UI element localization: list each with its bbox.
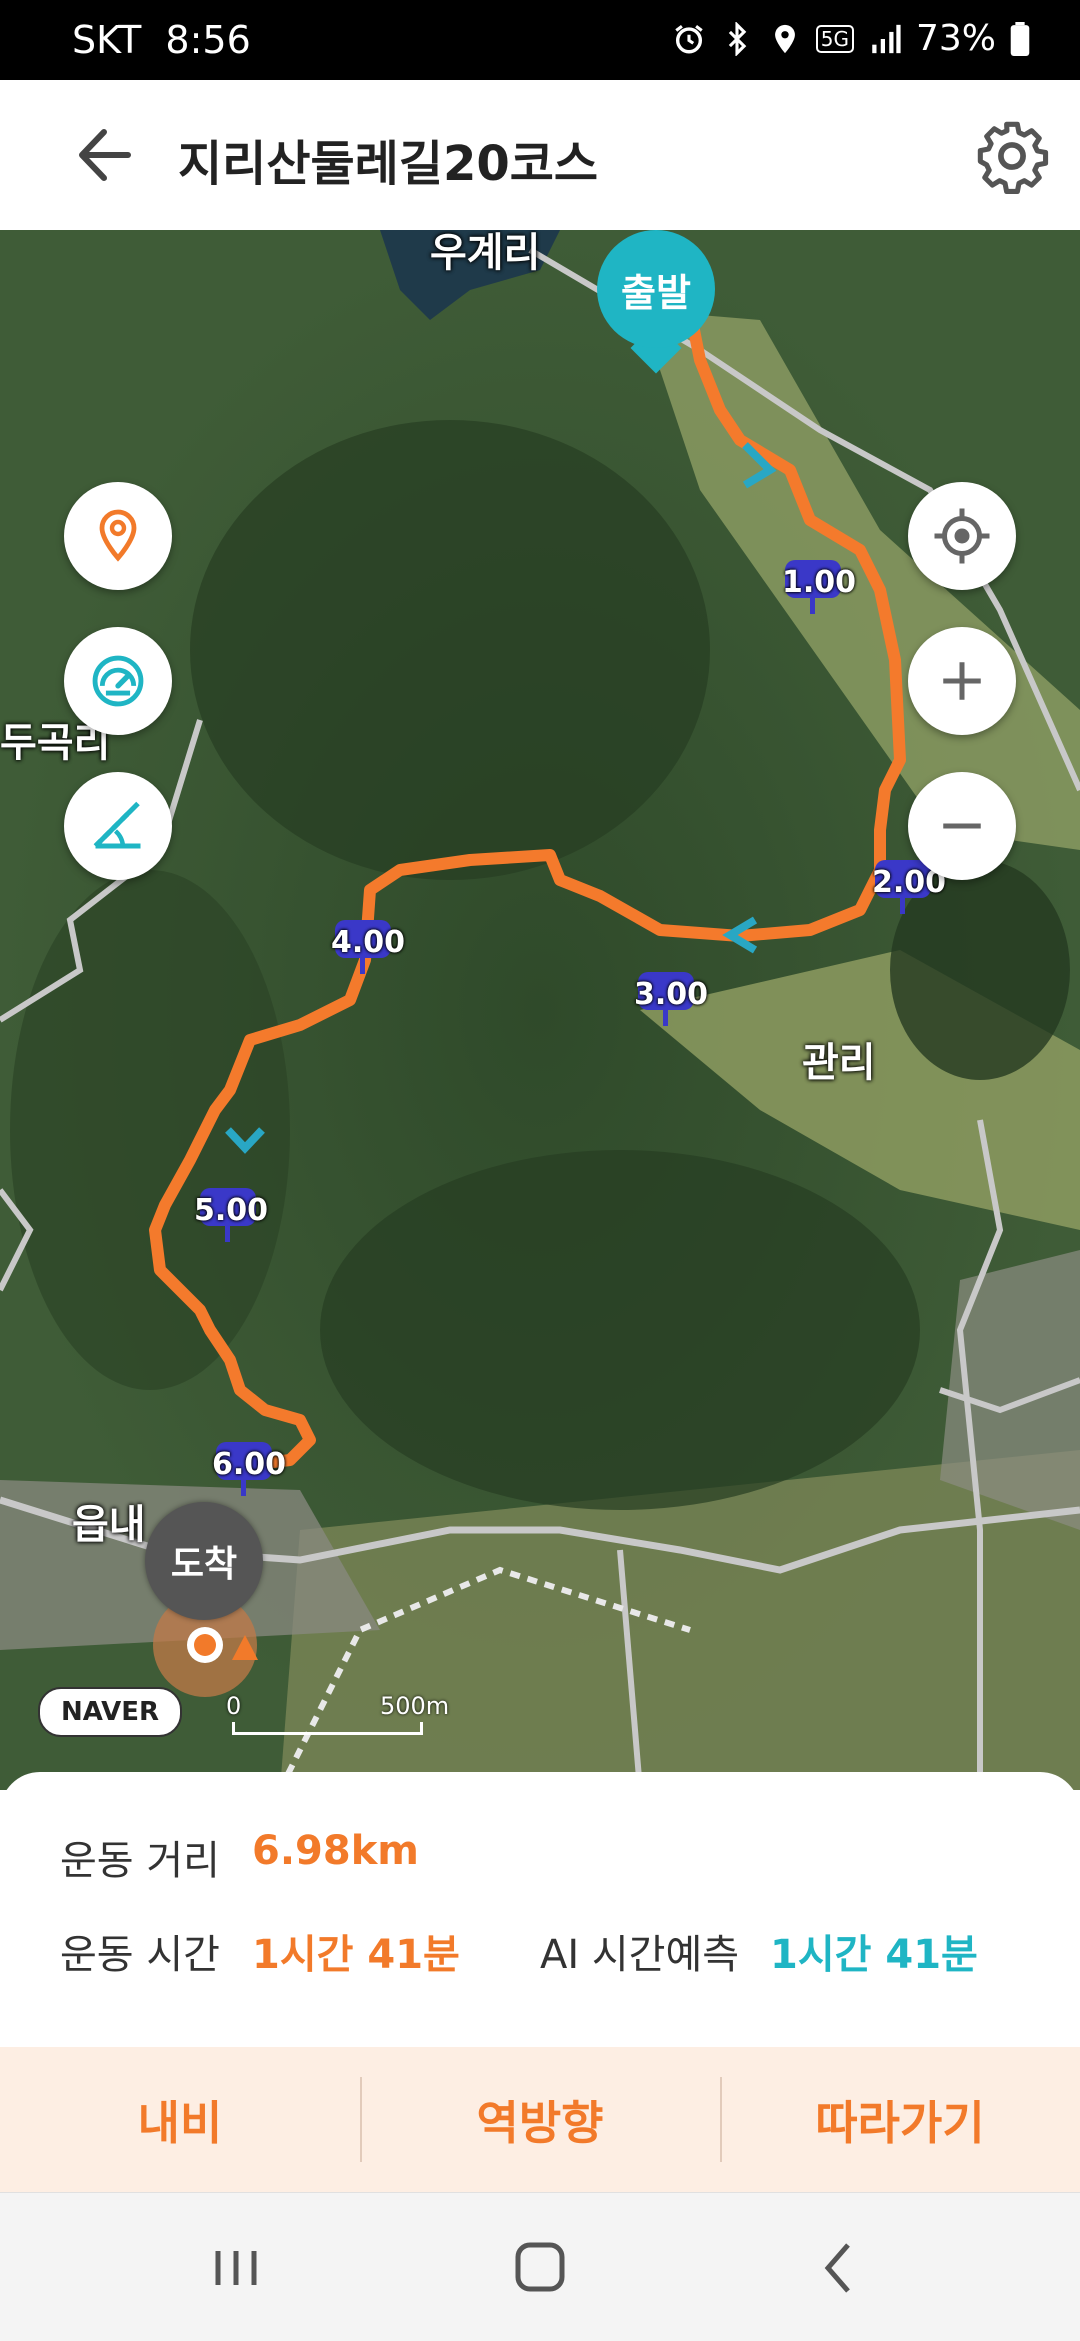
- system-nav-bar: [0, 2192, 1080, 2341]
- back-icon[interactable]: [800, 2233, 880, 2303]
- place-label: 관리: [802, 1040, 876, 1086]
- back-arrow-icon[interactable]: [62, 120, 142, 190]
- route-summary-panel: 운동 거리 6.98km 운동 시간 1시간 41분 AI 시간예측 1시간 4…: [0, 1772, 1080, 2047]
- distance-value: 6.98km: [252, 1828, 419, 1874]
- naver-logo[interactable]: NAVER: [38, 1687, 182, 1737]
- status-bar: SKT 8:56 5G 73%: [0, 0, 1080, 80]
- battery-icon: [1010, 21, 1030, 56]
- map-view[interactable]: 우계리 두곡리 관리 읍내 1.00 2.00 3.00 4.00 5.00 6…: [0, 230, 1080, 1790]
- battery-percent: 73%: [915, 18, 996, 59]
- reverse-button[interactable]: 역방향: [360, 2047, 720, 2192]
- scale-distance-label: 500m: [380, 1692, 450, 1720]
- time-value: 1시간 41분: [252, 1932, 460, 1978]
- zoom-out-button[interactable]: [908, 772, 1016, 880]
- km-marker-label: 3.00: [634, 977, 709, 1012]
- location-pin-button[interactable]: [64, 482, 172, 590]
- alarm-icon: [675, 24, 703, 53]
- km-marker-label: 1.00: [782, 565, 857, 600]
- status-left: SKT 8:56: [72, 18, 251, 62]
- speedometer-icon: [92, 655, 144, 707]
- crosshair-icon: [934, 508, 990, 564]
- bluetooth-icon: [728, 21, 747, 56]
- plus-icon: [943, 662, 981, 700]
- scale-bar: [232, 1722, 423, 1735]
- navigate-button[interactable]: 내비: [0, 2047, 360, 2192]
- page-title: 지리산둘레길20코스: [178, 136, 599, 192]
- action-bar: 내비 역방향 따라가기: [0, 2047, 1080, 2192]
- minus-icon: [943, 823, 981, 829]
- scale-zero-label: 0: [226, 1692, 242, 1720]
- follow-button[interactable]: 따라가기: [720, 2047, 1080, 2192]
- gear-icon[interactable]: [974, 118, 1050, 194]
- network-badge: 5G: [815, 24, 854, 53]
- my-location-button[interactable]: [908, 482, 1016, 590]
- status-right: 5G 73%: [672, 18, 1030, 59]
- ai-estimate-label: AI 시간예측: [540, 1932, 740, 1978]
- clock: 8:56: [165, 18, 251, 62]
- map-pin-icon: [99, 509, 137, 562]
- location-icon: [774, 24, 795, 53]
- home-icon[interactable]: [500, 2233, 580, 2303]
- place-label: 우계리: [430, 230, 541, 276]
- measure-button[interactable]: [64, 772, 172, 880]
- start-marker[interactable]: 출발: [597, 230, 715, 348]
- ai-estimate-value: 1시간 41분: [770, 1932, 978, 1978]
- time-label: 운동 시간: [60, 1932, 220, 1978]
- signal-icon: [872, 24, 901, 53]
- km-marker-label: 4.00: [331, 925, 406, 960]
- ruler-angle-icon: [93, 801, 141, 849]
- recent-apps-icon[interactable]: [196, 2233, 276, 2303]
- carrier: SKT: [72, 18, 142, 62]
- place-label: 읍내: [72, 1502, 146, 1548]
- app-bar: 지리산둘레길20코스: [0, 80, 1080, 231]
- speedometer-button[interactable]: [64, 627, 172, 735]
- km-marker-label: 5.00: [194, 1193, 269, 1228]
- km-marker-label: 6.00: [212, 1447, 287, 1482]
- distance-label: 운동 거리: [60, 1838, 220, 1884]
- end-marker[interactable]: 도착: [145, 1502, 263, 1620]
- zoom-in-button[interactable]: [908, 627, 1016, 735]
